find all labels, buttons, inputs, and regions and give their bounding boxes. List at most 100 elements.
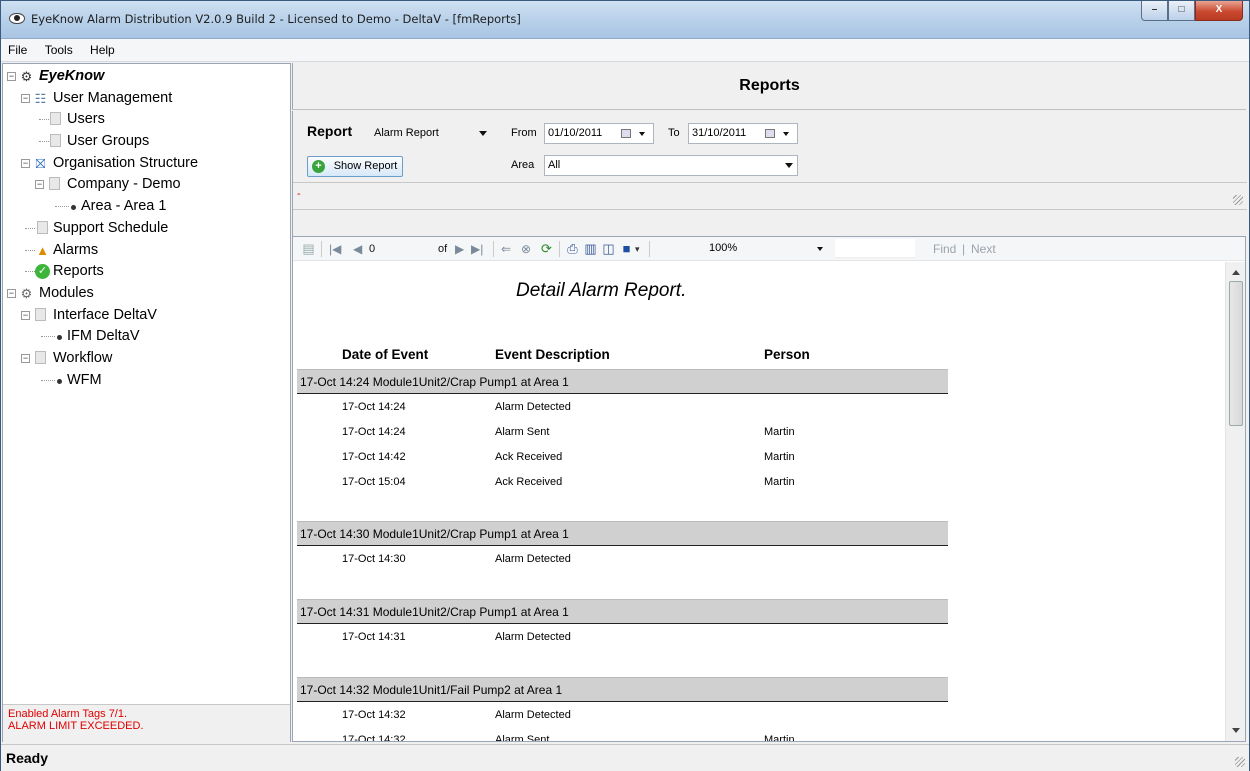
scroll-down-icon[interactable]	[1232, 728, 1240, 733]
tree-label: Company - Demo	[67, 176, 181, 193]
area-select[interactable]: All	[544, 155, 798, 176]
resize-grip-icon[interactable]	[1233, 195, 1243, 205]
to-date-picker[interactable]: 31/10/2011	[688, 123, 798, 144]
cell-description: Alarm Detected	[495, 553, 571, 565]
alarm-warnings: Enabled Alarm Tags 7/1. ALARM LIMIT EXCE…	[3, 704, 290, 742]
tree-node-modules[interactable]: − ⚙ Modules	[3, 283, 290, 305]
collapse-icon[interactable]: −	[21, 93, 30, 103]
chevron-down-icon[interactable]	[783, 132, 789, 136]
close-button[interactable]: X	[1195, 1, 1243, 21]
find-input[interactable]	[835, 239, 915, 258]
title-bar[interactable]: EyeKnow Alarm Distribution V2.0.9 Build …	[1, 1, 1249, 39]
tree-node-ifm[interactable]: IFM DeltaV	[3, 326, 290, 348]
tree-node-root[interactable]: − ⚙ EyeKnow	[3, 66, 290, 88]
collapse-icon[interactable]: −	[35, 180, 44, 190]
reports-panel: Reports Report Alarm Report From 01/10/2…	[292, 63, 1247, 742]
chevron-down-icon	[479, 131, 487, 136]
find-link[interactable]: Find	[933, 242, 956, 256]
scroll-thumb[interactable]	[1229, 281, 1243, 426]
tree-node-area[interactable]: Area - Area 1	[3, 196, 290, 218]
tree-label: IFM DeltaV	[67, 328, 140, 345]
report-status-message: -	[297, 188, 301, 200]
cell-description: Alarm Sent	[495, 734, 550, 741]
zoom-value: 100%	[709, 242, 738, 254]
menu-tools[interactable]: Tools	[38, 39, 80, 62]
cell-date: 17-Oct 14:32	[342, 734, 406, 741]
leaf-dot-icon	[71, 205, 76, 211]
tree-node-support-schedule[interactable]: Support Schedule	[3, 218, 290, 240]
document-icon	[50, 134, 61, 148]
from-date-picker[interactable]: 01/10/2011	[544, 123, 654, 144]
maximize-button[interactable]: □	[1168, 1, 1195, 21]
tree-node-workflow[interactable]: − Workflow	[3, 348, 290, 370]
tree-node-alarms[interactable]: ▲ Alarms	[3, 240, 290, 262]
report-select[interactable]: Alarm Report	[370, 123, 492, 144]
save-icon[interactable]: ■	[619, 241, 634, 256]
tree-node-users[interactable]: Users	[3, 109, 290, 131]
tree-root-label: EyeKnow	[39, 68, 105, 84]
tree-label: Support Schedule	[53, 219, 169, 236]
tree-label: Users	[67, 111, 105, 128]
column-header-description: Event Description	[495, 347, 610, 362]
collapse-icon[interactable]: −	[21, 353, 30, 363]
page-number-input[interactable]: 0	[369, 242, 375, 256]
tree-node-user-management[interactable]: − ☷ User Management	[3, 88, 290, 110]
show-report-label: Show Report	[333, 160, 398, 172]
stop-icon[interactable]: ⊗	[521, 242, 531, 256]
tree-label: Alarms	[53, 241, 99, 258]
document-map-icon[interactable]: ▤	[301, 241, 316, 256]
navigation-tree-panel: − ⚙ EyeKnow − ☷ User Management Users Us…	[2, 63, 291, 742]
collapse-icon[interactable]: −	[7, 72, 16, 81]
collapse-icon[interactable]: −	[7, 288, 16, 298]
print-layout-icon[interactable]: ▥	[583, 241, 598, 256]
report-title: Detail Alarm Report.	[516, 280, 687, 301]
tree-node-interface[interactable]: − Interface DeltaV	[3, 305, 290, 327]
menu-help[interactable]: Help	[83, 39, 122, 62]
report-scrollbar[interactable]	[1225, 262, 1245, 741]
refresh-icon[interactable]: ⟳	[539, 241, 554, 256]
scroll-up-icon[interactable]	[1232, 270, 1240, 275]
chevron-down-icon[interactable]: ▾	[635, 242, 640, 256]
cell-person: Martin	[764, 451, 795, 463]
document-icon	[35, 307, 46, 321]
calendar-icon[interactable]	[621, 129, 631, 138]
report-content[interactable]: Detail Alarm Report. Date of Event Event…	[293, 262, 1225, 741]
menu-file[interactable]: File	[1, 39, 34, 62]
next-page-icon[interactable]: ▶	[455, 242, 464, 256]
calendar-icon[interactable]	[765, 129, 775, 138]
document-icon	[35, 350, 46, 364]
previous-page-icon[interactable]: ◀	[353, 242, 362, 256]
tree-label: Modules	[39, 284, 94, 301]
page-title: Reports	[739, 77, 800, 94]
tree-node-reports[interactable]: ✓ Reports	[3, 261, 290, 283]
report-select-value: Alarm Report	[374, 127, 439, 139]
table-row: 17-Oct 14:24 Alarm Detected	[297, 395, 948, 420]
tree-label: Reports	[53, 263, 104, 280]
tree-label: Area - Area 1	[81, 198, 167, 215]
chevron-down-icon[interactable]	[639, 132, 645, 136]
minimize-button[interactable]: –	[1141, 1, 1168, 21]
resize-grip-icon[interactable]	[1235, 757, 1245, 767]
collapse-icon[interactable]: −	[21, 158, 30, 168]
next-link[interactable]: Next	[971, 242, 996, 256]
tree-node-wfm[interactable]: WFM	[3, 370, 290, 392]
report-toolbar: ▤ |◀ ◀ 0 of ▶ ▶| ⇐ ⊗ ⟳ ⎙ ▥ ◫ ■ ▾ 100% Fi…	[293, 237, 1245, 261]
gear-icon: ⚙	[20, 69, 33, 84]
tree-node-user-groups[interactable]: User Groups	[3, 131, 290, 153]
chevron-down-icon	[817, 247, 823, 251]
zoom-select[interactable]: 100%	[707, 239, 831, 258]
tree-node-organisation[interactable]: − ⛝ Organisation Structure	[3, 153, 290, 175]
show-report-button[interactable]: + Show Report	[307, 156, 403, 177]
print-icon[interactable]: ⎙	[565, 241, 580, 256]
cell-description: Alarm Sent	[495, 426, 550, 438]
page-setup-icon[interactable]: ◫	[601, 241, 616, 256]
from-label: From	[511, 127, 537, 139]
back-icon[interactable]: ⇐	[501, 242, 511, 256]
last-page-icon[interactable]: ▶|	[471, 242, 483, 256]
collapse-icon[interactable]: −	[21, 310, 30, 320]
cell-date: 17-Oct 14:42	[342, 451, 406, 463]
group-header: 17-Oct 14:32 Module1Unit1/Fail Pump2 at …	[297, 677, 948, 702]
tree-node-company[interactable]: − Company - Demo	[3, 174, 290, 196]
first-page-icon[interactable]: |◀	[329, 242, 341, 256]
window-title: EyeKnow Alarm Distribution V2.0.9 Build …	[31, 12, 521, 26]
